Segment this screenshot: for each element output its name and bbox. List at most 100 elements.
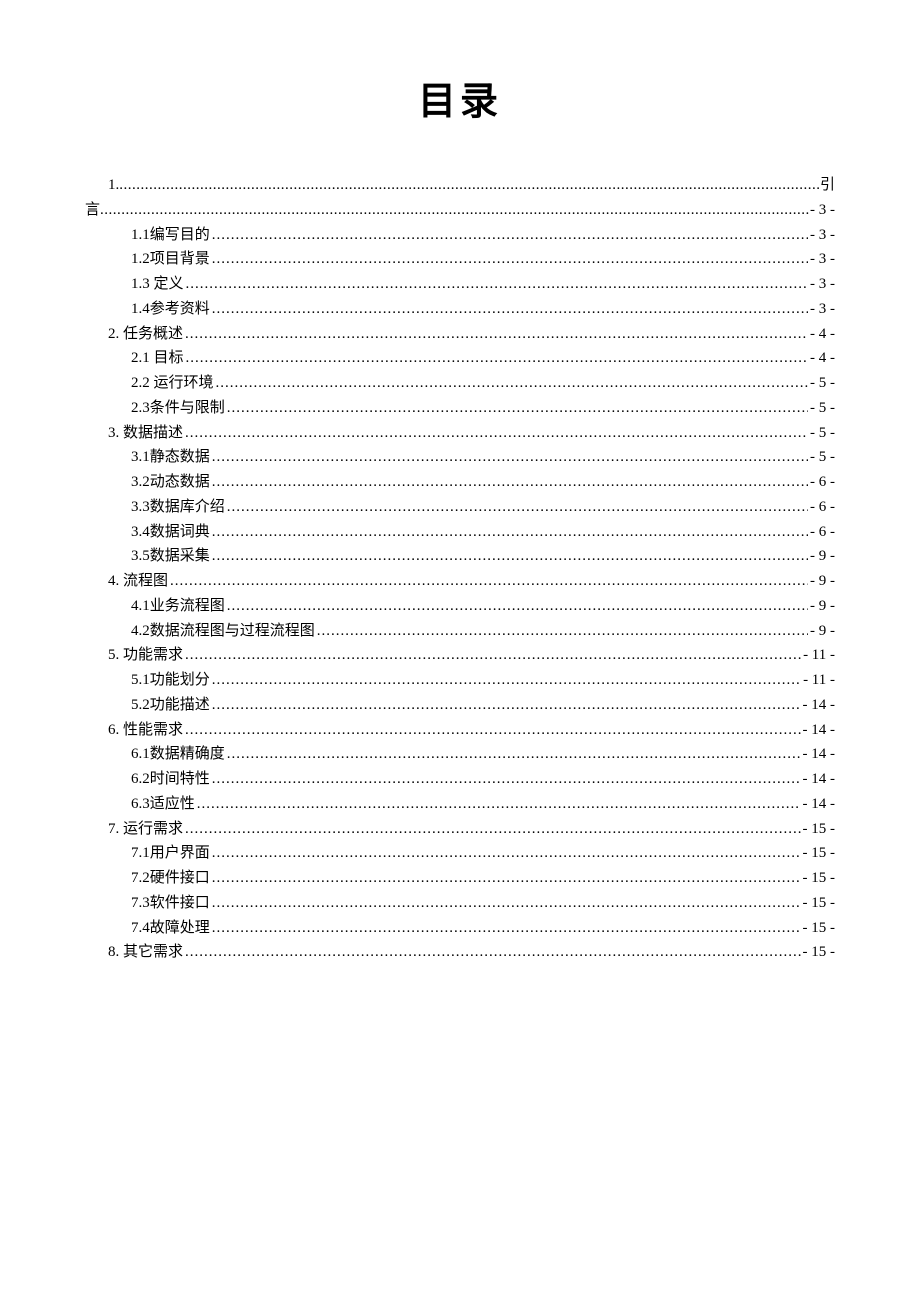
leader-dots xyxy=(185,817,800,842)
toc-entry: 4.1业务流程图- 9 - xyxy=(85,594,835,619)
toc-entry: 6.2时间特性 - 14 - xyxy=(85,767,835,792)
toc-page-number: - 14 - xyxy=(803,767,836,792)
toc-entry: 2. 任务概述 - 4 - xyxy=(85,322,835,347)
leader-dots xyxy=(212,297,808,322)
leader-dots xyxy=(212,520,808,545)
toc-entry: 4. 流程图 - 9 - xyxy=(85,569,835,594)
leader-dots xyxy=(212,841,801,866)
toc-entry: 6. 性能需求 - 14 - xyxy=(85,718,835,743)
toc-entry: 7.1用户界面- 15 - xyxy=(85,841,835,866)
leader-dots xyxy=(212,891,801,916)
toc-entry: 7.4故障处理 - 15 - xyxy=(85,916,835,941)
toc-entry-label: 7. 运行需求 xyxy=(108,817,183,842)
toc-page-number: - 9 - xyxy=(810,544,835,569)
toc-page-number: - 14 - xyxy=(803,693,836,718)
leader-dots xyxy=(185,421,808,446)
leader-dots xyxy=(119,173,820,198)
toc-page-number: - 15 - xyxy=(803,940,836,965)
toc-entry: 1.4参考资料- 3 - xyxy=(85,297,835,322)
toc-entry: 3. 数据描述- 5 - xyxy=(85,421,835,446)
toc-page-number: - 3 - xyxy=(810,272,835,297)
toc-entry: 2.3条件与限制- 5 - xyxy=(85,396,835,421)
leader-dots xyxy=(212,223,808,248)
toc-page-number: - 5 - xyxy=(810,421,835,446)
toc-entry: 3.3数据库介绍 - 6 - xyxy=(85,495,835,520)
toc-entry-label: 2.2 运行环境 xyxy=(131,371,214,396)
leader-dots xyxy=(212,470,808,495)
toc-page-number: - 9 - xyxy=(810,594,835,619)
leader-dots xyxy=(186,346,808,371)
toc-page-number: - 3 - xyxy=(810,297,835,322)
leader-dots xyxy=(170,569,808,594)
toc-page-number: - 9 - xyxy=(810,619,835,644)
toc-page-number: - 9 - xyxy=(810,569,835,594)
toc-page-number: - 6 - xyxy=(810,495,835,520)
leader-dots xyxy=(212,693,801,718)
toc-page-number: - 11 - xyxy=(803,643,835,668)
toc-entry-label: 2. 任务概述 xyxy=(108,322,183,347)
toc-entry: 7.3软件接口- 15 - xyxy=(85,891,835,916)
toc-page-number: - 5 - xyxy=(810,445,835,470)
toc-page-number: - 3 - xyxy=(810,198,835,223)
toc-entry-label: 6.2时间特性 xyxy=(131,767,210,792)
toc-page-number: - 15 - xyxy=(803,916,836,941)
toc-entry-label: 3.5数据采集 xyxy=(131,544,210,569)
leader-dots xyxy=(317,619,808,644)
toc-entry-label: 2.1 目标 xyxy=(131,346,184,371)
toc-entry-1-wrap: 1. 引 言 - 3 - xyxy=(85,173,835,223)
toc-page-number: - 15 - xyxy=(803,866,836,891)
toc-page-number: - 5 - xyxy=(810,371,835,396)
toc-entry-label: 6.3适应性 xyxy=(131,792,195,817)
leader-dots xyxy=(212,866,801,891)
leader-dots xyxy=(186,272,808,297)
leader-dots xyxy=(185,940,800,965)
leader-dots xyxy=(227,742,801,767)
toc-entry: 5.2功能描述- 14 - xyxy=(85,693,835,718)
toc-entry: 1.2项目背景 - 3 - xyxy=(85,247,835,272)
toc-entry-number: 1. xyxy=(108,173,119,198)
toc-page-number: - 15 - xyxy=(803,891,836,916)
toc-entry-label: 4.2数据流程图与过程流程图 xyxy=(131,619,315,644)
toc-entry-label: 7.4故障处理 xyxy=(131,916,210,941)
leader-dots xyxy=(185,322,808,347)
toc-page-number: - 14 - xyxy=(803,792,836,817)
toc-entry: 7. 运行需求 - 15 - xyxy=(85,817,835,842)
toc-page-number: - 15 - xyxy=(803,817,836,842)
toc-entry: 1.1编写目的 - 3 - xyxy=(85,223,835,248)
toc-entry-label: 5.1功能划分 xyxy=(131,668,210,693)
leader-dots xyxy=(100,198,810,223)
leader-dots xyxy=(212,445,808,470)
toc-page-number: - 3 - xyxy=(810,247,835,272)
toc-entry-label: 3.3数据库介绍 xyxy=(131,495,225,520)
leader-dots xyxy=(227,495,808,520)
toc-page-number: - 4 - xyxy=(810,346,835,371)
toc-entry-overflow-char: 言 xyxy=(85,198,100,223)
toc-entry-label: 7.1用户界面 xyxy=(131,841,210,866)
page-title: 目录 xyxy=(85,70,835,125)
toc-page-number: - 6 - xyxy=(810,470,835,495)
toc-entry: 5. 功能需求- 11 - xyxy=(85,643,835,668)
toc-entry: 3.5数据采集 - 9 - xyxy=(85,544,835,569)
toc-entry: 7.2硬件接口 - 15 - xyxy=(85,866,835,891)
leader-dots xyxy=(212,916,801,941)
toc-entry: 2.2 运行环境 - 5 - xyxy=(85,371,835,396)
toc-entry-label: 6. 性能需求 xyxy=(108,718,183,743)
toc-page-number: - 4 - xyxy=(810,322,835,347)
toc-entry: 6.1数据精确度- 14 - xyxy=(85,742,835,767)
toc-page-number: - 14 - xyxy=(803,742,836,767)
toc-entry-label: 8. 其它需求 xyxy=(108,940,183,965)
toc-entry: 3.4数据词典- 6 - xyxy=(85,520,835,545)
toc-page-number: - 14 - xyxy=(803,718,836,743)
toc-entry-label: 1.1编写目的 xyxy=(131,223,210,248)
leader-dots xyxy=(227,594,808,619)
toc-page-number: - 6 - xyxy=(810,520,835,545)
toc-entry-label: 1.2项目背景 xyxy=(131,247,210,272)
toc-entry: 8. 其它需求 - 15 - xyxy=(85,940,835,965)
leader-dots xyxy=(185,643,801,668)
toc-entry: 3.2动态数据 - 6 - xyxy=(85,470,835,495)
toc-entry-label: 7.2硬件接口 xyxy=(131,866,210,891)
toc-page-number: - 3 - xyxy=(810,223,835,248)
toc-entry-label: 3.2动态数据 xyxy=(131,470,210,495)
toc-entry-label: 4. 流程图 xyxy=(108,569,168,594)
toc-entry: 4.2数据流程图与过程流程图 - 9 - xyxy=(85,619,835,644)
